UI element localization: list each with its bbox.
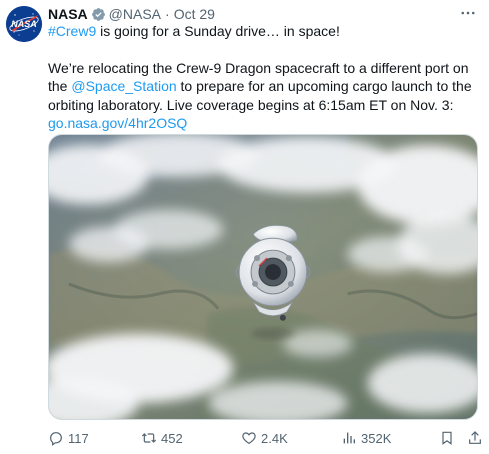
- like-count: 2.4K: [261, 430, 288, 446]
- header-separator: ·: [165, 6, 170, 22]
- tweet-paragraph-2: We’re relocating the Crew-9 Dragon space…: [48, 59, 478, 115]
- reply-count: 117: [68, 430, 89, 446]
- url-link[interactable]: go.nasa.gov/4hr2OSQ: [48, 115, 187, 131]
- more-icon: [461, 11, 475, 15]
- reply-button[interactable]: 117: [48, 428, 89, 448]
- more-options-button[interactable]: [459, 4, 477, 22]
- retweet-count: 452: [161, 430, 183, 446]
- avatar[interactable]: NASA: [6, 6, 42, 42]
- tweet-line-1: #Crew9 is going for a Sunday drive… in s…: [48, 22, 478, 41]
- tweet-date[interactable]: Oct 29: [174, 6, 215, 22]
- hashtag-link[interactable]: #Crew9: [48, 23, 96, 39]
- views-button[interactable]: 352K: [341, 428, 391, 448]
- author-name[interactable]: NASA: [48, 6, 88, 22]
- like-button[interactable]: 2.4K: [241, 428, 288, 448]
- spacecraft-over-earth-image: [49, 135, 477, 419]
- share-button[interactable]: [467, 428, 483, 448]
- analytics-icon: [343, 432, 355, 444]
- bookmark-button[interactable]: [439, 428, 455, 448]
- tweet[interactable]: NASA NASA @NASA · Oct 29 #Crew9 is going…: [0, 0, 489, 454]
- heart-icon: [242, 432, 256, 445]
- verified-badge-icon: [91, 7, 105, 21]
- view-count: 352K: [361, 430, 392, 446]
- tweet-line-1-text: is going for a Sunday drive… in space!: [96, 23, 340, 39]
- share-icon: [469, 431, 481, 444]
- nasa-logo-icon: NASA: [6, 6, 42, 42]
- author-handle[interactable]: @NASA: [109, 6, 161, 22]
- reply-icon: [50, 432, 62, 446]
- svg-text:NASA: NASA: [11, 19, 37, 29]
- retweet-icon: [141, 433, 157, 443]
- tweet-text: #Crew9 is going for a Sunday drive… in s…: [48, 22, 478, 133]
- retweet-button[interactable]: 452: [141, 428, 183, 448]
- bookmark-icon: [442, 431, 452, 445]
- tweet-header: NASA @NASA · Oct 29: [48, 5, 461, 23]
- mention-link[interactable]: @Space_Station: [71, 78, 176, 94]
- tweet-actions: 117 452 2.4K 352K: [48, 428, 483, 448]
- tweet-image[interactable]: [48, 134, 478, 420]
